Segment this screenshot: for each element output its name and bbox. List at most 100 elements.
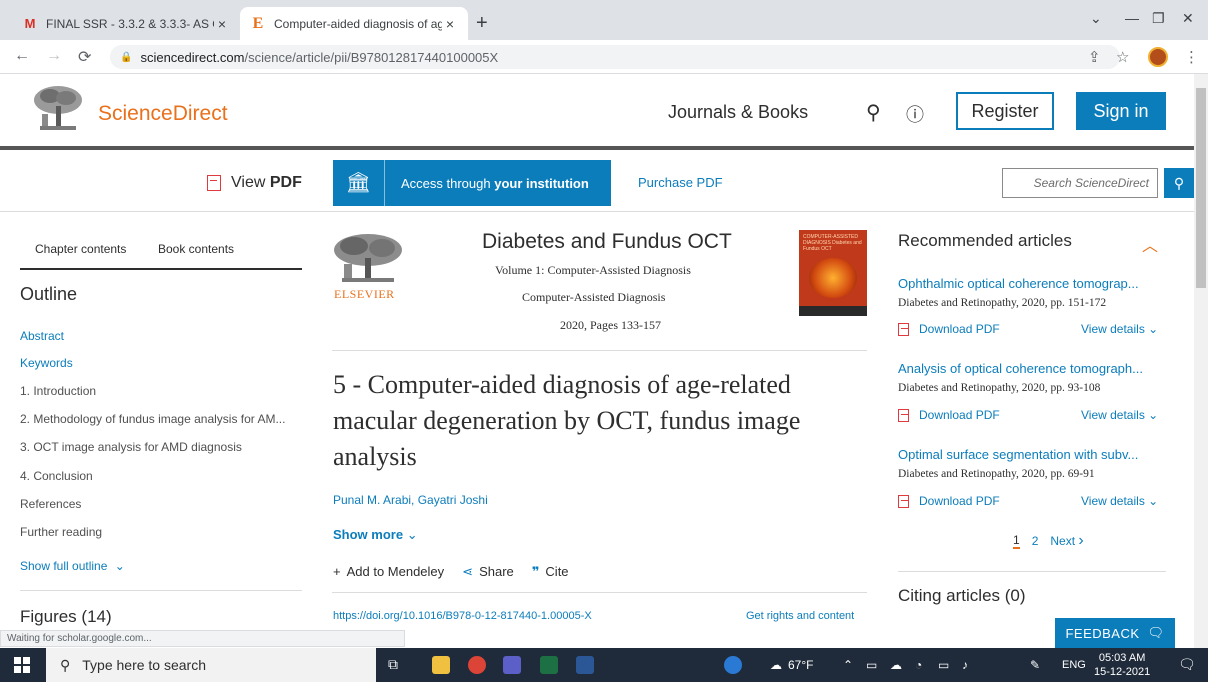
view-details-button[interactable]: View details ⌄ <box>1081 408 1158 422</box>
outline-item-oct-analysis[interactable]: 3. OCT image analysis for AMD diagnosis <box>20 440 242 454</box>
search-input[interactable]: Search ScienceDirect <box>1002 168 1158 198</box>
url-path: /science/article/pii/B978012817440100005… <box>244 49 499 65</box>
profile-avatar[interactable] <box>1148 47 1168 67</box>
search-submit-button[interactable]: ⚲ <box>1164 168 1194 198</box>
url-host: sciencedirect.com <box>140 49 245 65</box>
journals-books-link[interactable]: Journals & Books <box>668 102 808 123</box>
purchase-pdf-link[interactable]: Purchase PDF <box>638 175 723 190</box>
tab-book-contents[interactable]: Book contents <box>158 242 234 256</box>
help-icon[interactable]: ⓘ <box>906 101 924 127</box>
register-button[interactable]: Register <box>956 92 1054 130</box>
view-details-button[interactable]: View details ⌄ <box>1081 322 1158 336</box>
browser-tab-strip: M FINAL SSR - 3.3.2 & 3.3.3- AS ON × E C… <box>0 0 1208 40</box>
minimize-icon[interactable]: — <box>1125 10 1139 26</box>
task-view-icon[interactable]: ⧉ <box>388 656 398 673</box>
volume-icon[interactable]: ♪ <box>962 658 968 672</box>
language-indicator[interactable]: ENG <box>1062 659 1086 671</box>
feedback-button[interactable]: FEEDBACK 🗨 <box>1055 618 1175 648</box>
site-header: ScienceDirect Journals & Books ⚲ ⓘ Regis… <box>0 74 1194 150</box>
show-more-button[interactable]: Show more ⌄ <box>333 527 418 543</box>
system-clock[interactable]: 05:03 AM 15-12-2021 <box>1094 651 1150 679</box>
outline-item-abstract[interactable]: Abstract <box>20 329 64 343</box>
wifi-icon[interactable]: ◔ <box>915 658 922 672</box>
close-window-icon[interactable]: ✕ <box>1182 10 1194 27</box>
view-pdf-button[interactable]: View PDF <box>207 174 302 192</box>
word-icon[interactable] <box>576 656 594 674</box>
authors-link[interactable]: Punal M. Arabi, Gayatri Joshi <box>333 493 488 507</box>
rights-link[interactable]: Get rights and content <box>746 610 854 622</box>
recommended-article-link[interactable]: Optimal surface segmentation with subv..… <box>898 447 1168 462</box>
tab-chapter-contents[interactable]: Chapter contents <box>35 242 126 256</box>
outline-item-keywords[interactable]: Keywords <box>20 356 73 370</box>
menu-kebab-icon[interactable]: ⋮ <box>1184 48 1199 66</box>
outline-item-further-reading[interactable]: Further reading <box>20 525 102 539</box>
outline-item-introduction[interactable]: 1. Introduction <box>20 384 96 398</box>
doi-link[interactable]: https://doi.org/10.1016/B978-0-12-817440… <box>333 610 592 622</box>
excel-icon[interactable] <box>540 656 558 674</box>
battery-icon[interactable]: ▭ <box>938 658 949 672</box>
page-1[interactable]: 1 <box>1013 533 1020 549</box>
chevron-up-icon[interactable]: ︿ <box>1142 232 1158 256</box>
institution-icon: 🏛 <box>333 160 385 206</box>
elsevier-tree-logo-icon[interactable] <box>32 84 84 134</box>
back-icon[interactable]: ← <box>14 47 30 65</box>
download-pdf-link[interactable]: Download PDF <box>898 322 1000 336</box>
show-full-outline-label: Show full outline <box>20 559 108 573</box>
book-cover-image[interactable]: COMPUTER-ASSISTED DIAGNOSIS Diabetes and… <box>799 230 867 316</box>
weather-temp[interactable]: 67°F <box>788 658 813 672</box>
page-2[interactable]: 2 <box>1032 534 1039 548</box>
chrome-icon[interactable] <box>468 656 486 674</box>
maximize-icon[interactable]: ❐ <box>1152 10 1165 27</box>
sciencedirect-brand[interactable]: ScienceDirect <box>98 102 228 126</box>
book-title-link[interactable]: Diabetes and Fundus OCT <box>482 230 732 254</box>
share-button[interactable]: ⋖ Share <box>462 564 514 580</box>
view-details-button[interactable]: View details ⌄ <box>1081 494 1158 508</box>
figures-heading[interactable]: Figures (14) <box>20 607 112 627</box>
share-page-icon[interactable]: ⇪ <box>1088 48 1101 66</box>
recommended-article-link[interactable]: Analysis of optical coherence tomograph.… <box>898 361 1168 376</box>
new-tab-button[interactable]: + <box>476 12 488 35</box>
url-field[interactable]: 🔒 sciencedirect.com/science/article/pii/… <box>110 45 1120 69</box>
next-page-button[interactable]: Next › <box>1050 532 1083 550</box>
share-icon: ⋖ <box>462 564 474 579</box>
tab-sciencedirect[interactable]: E Computer-aided diagnosis of age × <box>240 7 468 40</box>
show-full-outline-button[interactable]: Show full outline ⌄ <box>20 559 125 573</box>
onedrive-icon[interactable]: ☁ <box>890 658 902 672</box>
outline-item-methodology[interactable]: 2. Methodology of fundus image analysis … <box>20 412 285 426</box>
tab-search-icon[interactable]: ⌄ <box>1090 10 1102 27</box>
pdf-icon <box>207 175 221 191</box>
page-scrollbar[interactable] <box>1194 74 1208 648</box>
divider <box>332 350 867 351</box>
search-icon[interactable]: ⚲ <box>866 100 881 125</box>
scrollbar-thumb[interactable] <box>1196 88 1206 288</box>
close-tab-icon[interactable]: × <box>442 16 458 32</box>
tab-gmail[interactable]: M FINAL SSR - 3.3.2 & 3.3.3- AS ON × <box>12 7 240 40</box>
meet-icon[interactable]: ▭ <box>866 658 877 672</box>
windows-start-icon[interactable] <box>14 657 30 673</box>
file-explorer-icon[interactable] <box>432 656 450 674</box>
cite-button[interactable]: ❞ Cite <box>532 564 569 580</box>
address-bar-row: ← → ⟳ 🔒 sciencedirect.com/science/articl… <box>0 40 1208 74</box>
sign-in-button[interactable]: Sign in <box>1076 92 1166 130</box>
outline-item-references[interactable]: References <box>20 497 81 511</box>
close-tab-icon[interactable]: × <box>214 16 230 32</box>
notifications-icon[interactable]: 🗨 <box>1178 656 1196 673</box>
download-pdf-link[interactable]: Download PDF <box>898 494 1000 508</box>
help-app-icon[interactable] <box>724 656 742 674</box>
outline-item-conclusion[interactable]: 4. Conclusion <box>20 469 93 483</box>
download-pdf-link[interactable]: Download PDF <box>898 408 1000 422</box>
bookmark-star-icon[interactable]: ☆ <box>1116 48 1129 66</box>
recommended-article-link[interactable]: Ophthalmic optical coherence tomograp... <box>898 276 1168 291</box>
recommended-source: Diabetes and Retinopathy, 2020, pp. 93-1… <box>898 382 1101 394</box>
gmail-icon: M <box>24 16 36 31</box>
teams-icon[interactable] <box>503 656 521 674</box>
tray-chevron-up-icon[interactable]: ⌃ <box>843 658 853 672</box>
taskbar-search-input[interactable]: ⚲ Type here to search <box>46 648 376 682</box>
recommended-source: Diabetes and Retinopathy, 2020, pp. 69-9… <box>898 468 1095 480</box>
add-to-mendeley-button[interactable]: + Add to Mendeley <box>333 564 444 580</box>
access-institution-button[interactable]: 🏛 Access through your institution <box>333 160 611 206</box>
pen-icon[interactable]: ✎ <box>1030 658 1040 672</box>
reload-icon[interactable]: ⟳ <box>78 47 91 67</box>
clock-date: 15-12-2021 <box>1094 666 1151 678</box>
book-subtitle: Computer-Assisted Diagnosis <box>522 290 666 304</box>
